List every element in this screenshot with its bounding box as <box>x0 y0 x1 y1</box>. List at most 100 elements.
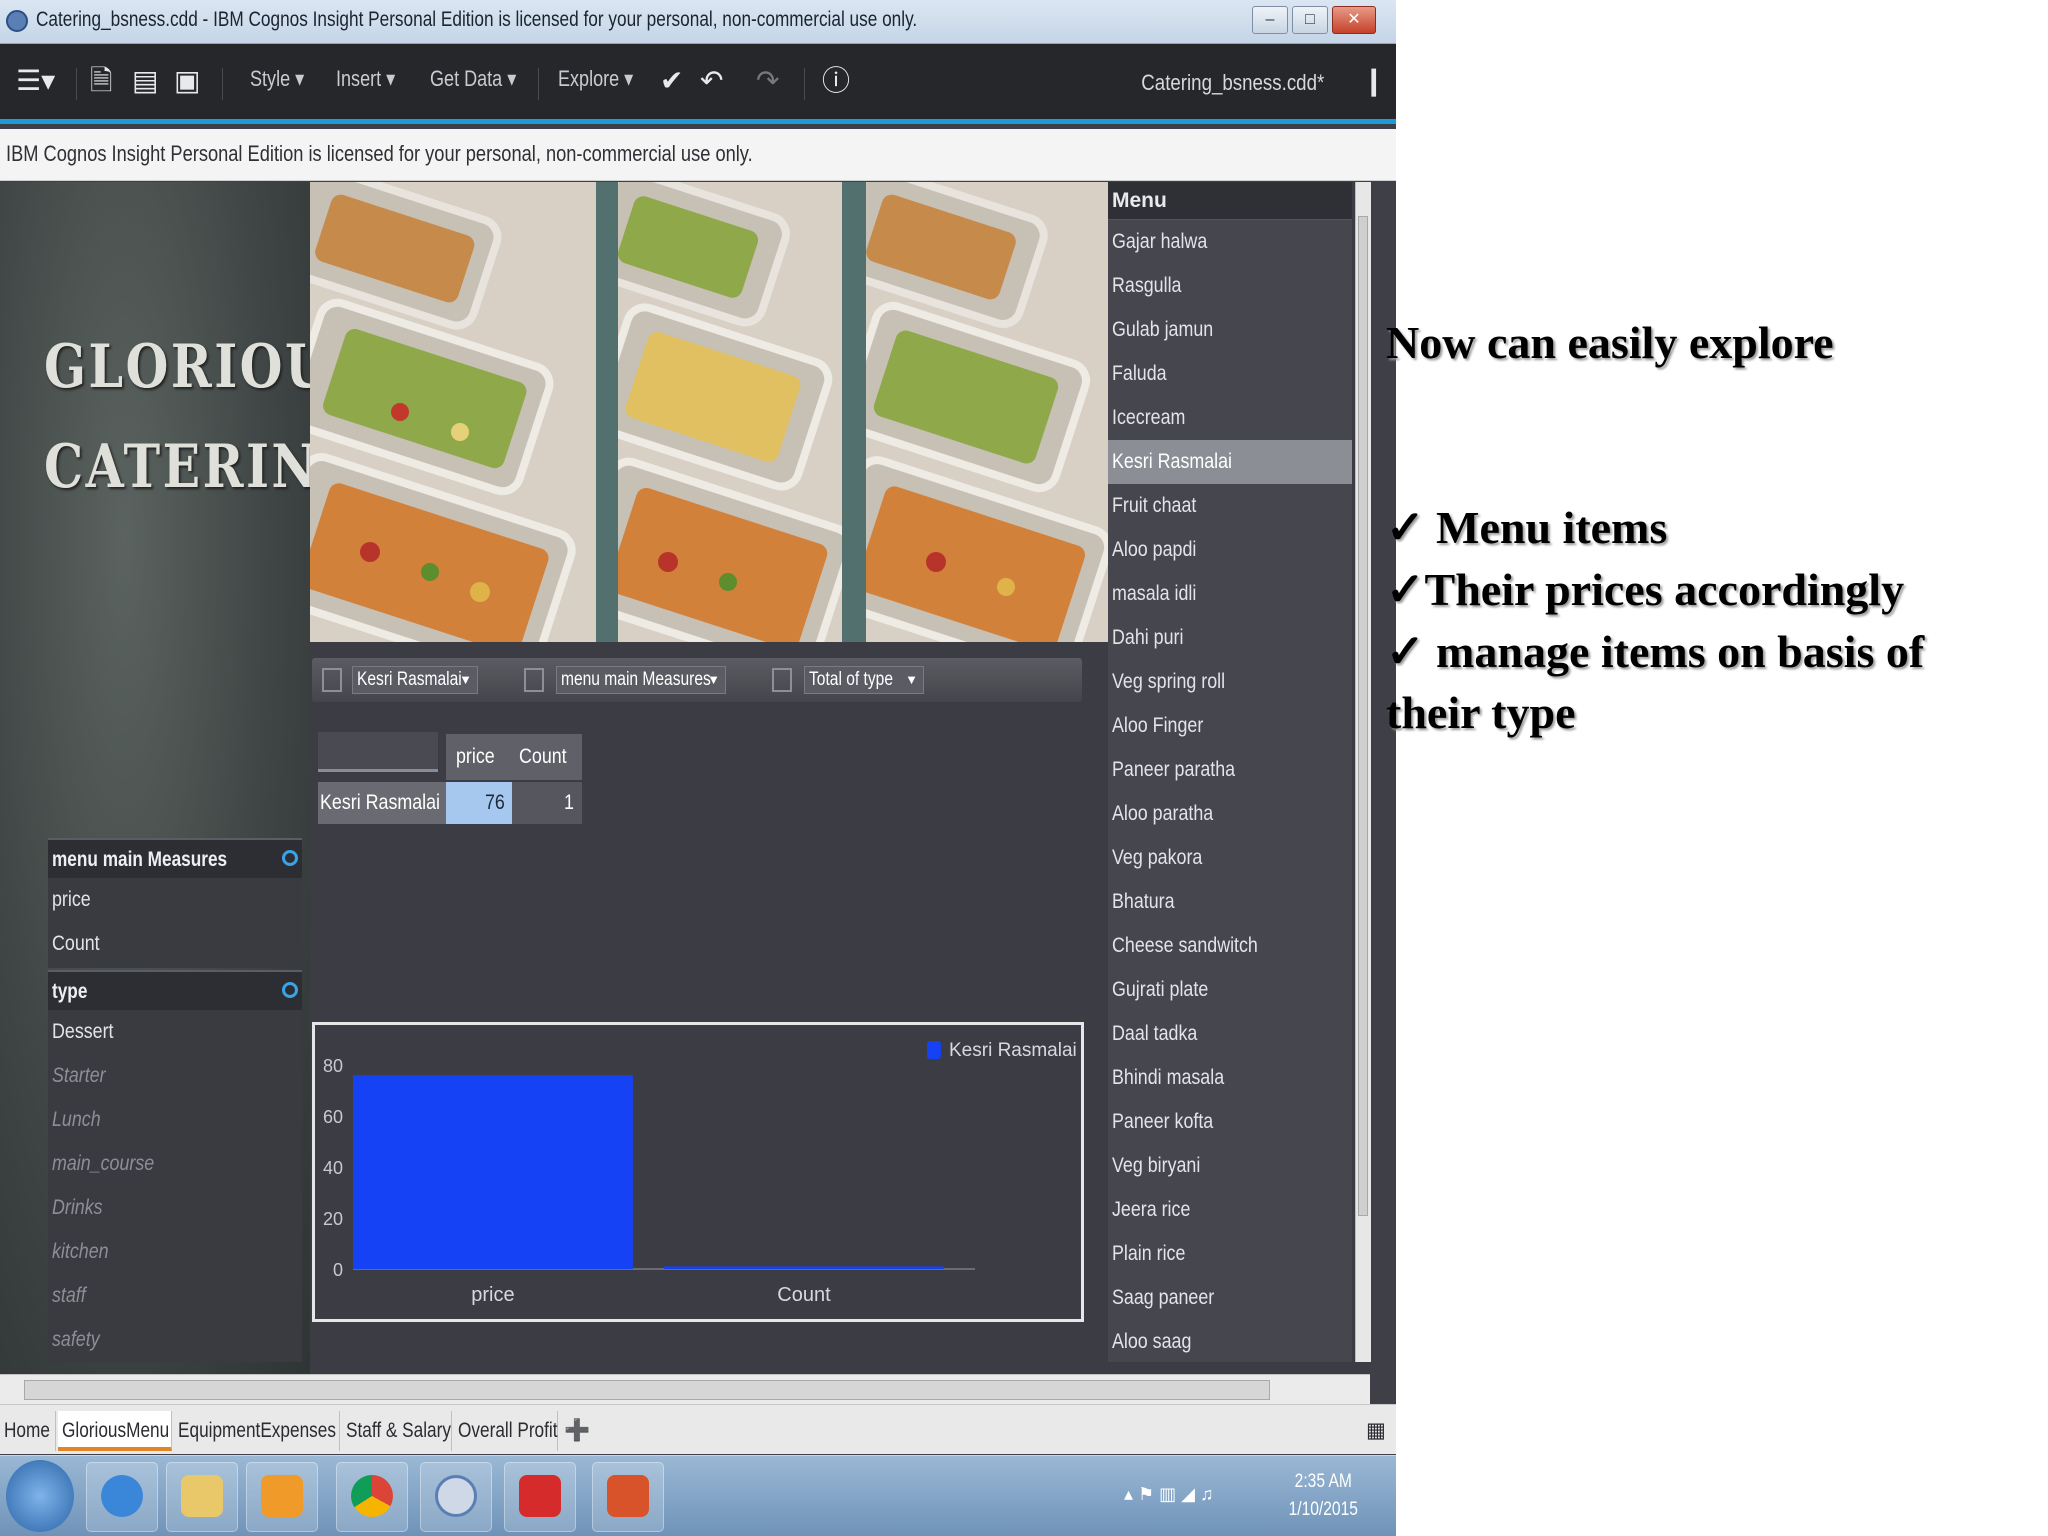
checkmark-icon[interactable]: ✔ <box>660 66 683 96</box>
photo-divider <box>596 182 618 642</box>
file-name-label: Catering_bsness.cdd* <box>1141 70 1324 95</box>
chrome-button[interactable] <box>336 1462 408 1532</box>
type-item[interactable]: main_course <box>48 1142 302 1186</box>
menu-item[interactable]: Paneer kofta <box>1108 1100 1352 1144</box>
maximize-button[interactable]: □ <box>1292 6 1328 34</box>
save-icon[interactable]: ▣ <box>174 66 200 96</box>
main-toolbar: ☰▾ 🗎 ▤ ▣ Style ▾ Insert ▾ Get Data ▾ Exp… <box>0 44 1396 124</box>
y-tick-label: 40 <box>323 1158 343 1178</box>
menu-item[interactable]: Cheese sandwitch <box>1108 924 1352 968</box>
type-item[interactable]: Starter <box>48 1054 302 1098</box>
antivirus-button[interactable] <box>504 1462 576 1532</box>
menu-item[interactable]: Aloo Finger <box>1108 704 1352 748</box>
help-icon[interactable]: ⓘ <box>822 66 850 96</box>
column-measures-dropdown[interactable]: menu main Measures ▼ <box>556 666 726 694</box>
menu-item[interactable]: Rasgulla <box>1108 264 1352 308</box>
tab-overall-profit[interactable]: Overall Profit <box>454 1411 558 1451</box>
menu-item[interactable]: masala idli <box>1108 572 1352 616</box>
media-player-button[interactable] <box>246 1462 318 1532</box>
add-tab-icon[interactable]: ➕ <box>560 1411 594 1451</box>
rows-icon[interactable] <box>322 668 342 692</box>
close-button[interactable]: ✕ <box>1332 6 1376 34</box>
new-file-icon[interactable]: 🗎 <box>90 66 113 96</box>
open-folder-icon[interactable]: ▤ <box>132 66 158 96</box>
app-menu-icon[interactable]: ☰▾ <box>16 66 55 96</box>
search-icon[interactable] <box>282 982 298 998</box>
menu-item[interactable]: Gujrati plate <box>1108 968 1352 1012</box>
menu-item[interactable]: Dahi puri <box>1108 616 1352 660</box>
type-item[interactable]: Dessert <box>48 1010 302 1054</box>
powerpoint-button[interactable] <box>592 1462 664 1532</box>
tab-home[interactable]: Home <box>0 1411 56 1451</box>
menu-item-selected[interactable]: Kesri Rasmalai <box>1108 440 1352 484</box>
undo-icon[interactable]: ↶ <box>700 66 723 96</box>
toolbar-divider <box>76 68 77 100</box>
columns-icon[interactable] <box>524 668 544 692</box>
horizontal-scrollbar[interactable] <box>0 1374 1370 1404</box>
system-clock[interactable]: 2:35 AM 1/10/2015 <box>1281 1468 1366 1524</box>
menu-item[interactable]: Veg biryani <box>1108 1144 1352 1188</box>
y-tick-label: 80 <box>323 1056 343 1076</box>
panel-toggle-icon[interactable]: ❙ <box>1362 66 1385 96</box>
toolbar-divider <box>222 68 223 100</box>
tab-equipmentexpenses[interactable]: EquipmentExpenses <box>174 1411 340 1451</box>
crosstab-col-header[interactable]: price <box>446 734 512 780</box>
bar-count[interactable] <box>664 1266 944 1269</box>
menu-item[interactable]: Aloo papdi <box>1108 528 1352 572</box>
menu-item[interactable]: Daal tadka <box>1108 1012 1352 1056</box>
menu-item[interactable]: Jeera rice <box>1108 1188 1352 1232</box>
crosstab-value-cell[interactable]: 1 <box>512 782 582 824</box>
scrollbar-thumb[interactable] <box>1358 216 1368 1216</box>
start-button[interactable] <box>6 1460 74 1532</box>
search-icon[interactable] <box>282 850 298 866</box>
tab-staff-salary[interactable]: Staff & Salary <box>342 1411 452 1451</box>
tray-icons[interactable]: ▴ ⚑ ▥ ◢ ♫ <box>1124 1484 1214 1505</box>
menu-item[interactable]: Aloo paratha <box>1108 792 1352 836</box>
tab-gloriousmenu[interactable]: GloriousMenu <box>58 1411 172 1451</box>
type-item[interactable]: Drinks <box>48 1186 302 1230</box>
menu-item[interactable]: Bhatura <box>1108 880 1352 924</box>
presentation-icon <box>607 1475 649 1517</box>
menu-item[interactable]: Gajar halwa <box>1108 220 1352 264</box>
get-data-menu[interactable]: Get Data ▾ <box>430 66 516 92</box>
buffet-tray-image <box>618 182 842 642</box>
measure-item[interactable]: Count <box>48 922 302 966</box>
style-menu[interactable]: Style ▾ <box>250 66 304 92</box>
crosstab-row-header[interactable]: Kesri Rasmalai <box>318 782 446 824</box>
vertical-scrollbar[interactable] <box>1355 182 1371 1362</box>
context-icon[interactable] <box>772 668 792 692</box>
menu-item[interactable]: Gulab jamun <box>1108 308 1352 352</box>
internet-explorer-button[interactable] <box>86 1462 158 1532</box>
menu-item[interactable]: Bhindi masala <box>1108 1056 1352 1100</box>
type-item[interactable]: staff <box>48 1274 302 1318</box>
row-dimension-dropdown[interactable]: Kesri Rasmalai ▼ <box>352 666 478 694</box>
crosstab-col-header[interactable]: Count <box>512 734 582 780</box>
menu-item[interactable]: Icecream <box>1108 396 1352 440</box>
explore-menu[interactable]: Explore ▾ <box>558 66 633 92</box>
menu-item[interactable]: Aloo saag <box>1108 1320 1352 1364</box>
menu-item[interactable]: Veg pakora <box>1108 836 1352 880</box>
scrollbar-thumb[interactable] <box>24 1380 1270 1400</box>
file-explorer-button[interactable] <box>166 1462 238 1532</box>
menu-item[interactable]: Fruit chaat <box>1108 484 1352 528</box>
type-item[interactable]: Lunch <box>48 1098 302 1142</box>
context-filter-dropdown[interactable]: Total of type ▼ <box>804 666 924 694</box>
bar-price[interactable] <box>353 1075 633 1269</box>
type-item[interactable]: kitchen <box>48 1230 302 1274</box>
insert-menu[interactable]: Insert ▾ <box>336 66 395 92</box>
cognos-taskbar-button[interactable] <box>420 1462 492 1532</box>
minimize-button[interactable]: – <box>1252 6 1288 34</box>
menu-item[interactable]: Veg spring roll <box>1108 660 1352 704</box>
cognos-app-icon <box>6 10 28 32</box>
menu-item[interactable]: Saag paneer <box>1108 1276 1352 1320</box>
bar-chart-widget[interactable]: Kesri Rasmalai 0 20 40 60 80 price Count <box>312 1022 1084 1322</box>
crosstab-value-cell[interactable]: 76 <box>446 782 512 824</box>
redo-icon[interactable]: ↷ <box>756 66 779 96</box>
menu-item[interactable]: Plain rice <box>1108 1232 1352 1276</box>
type-item[interactable]: safety <box>48 1318 302 1362</box>
measures-panel-header: menu main Measures <box>48 838 302 878</box>
food-photo <box>866 182 1108 642</box>
menu-item[interactable]: Faluda <box>1108 352 1352 396</box>
menu-item[interactable]: Paneer paratha <box>1108 748 1352 792</box>
measure-item[interactable]: price <box>48 878 302 922</box>
